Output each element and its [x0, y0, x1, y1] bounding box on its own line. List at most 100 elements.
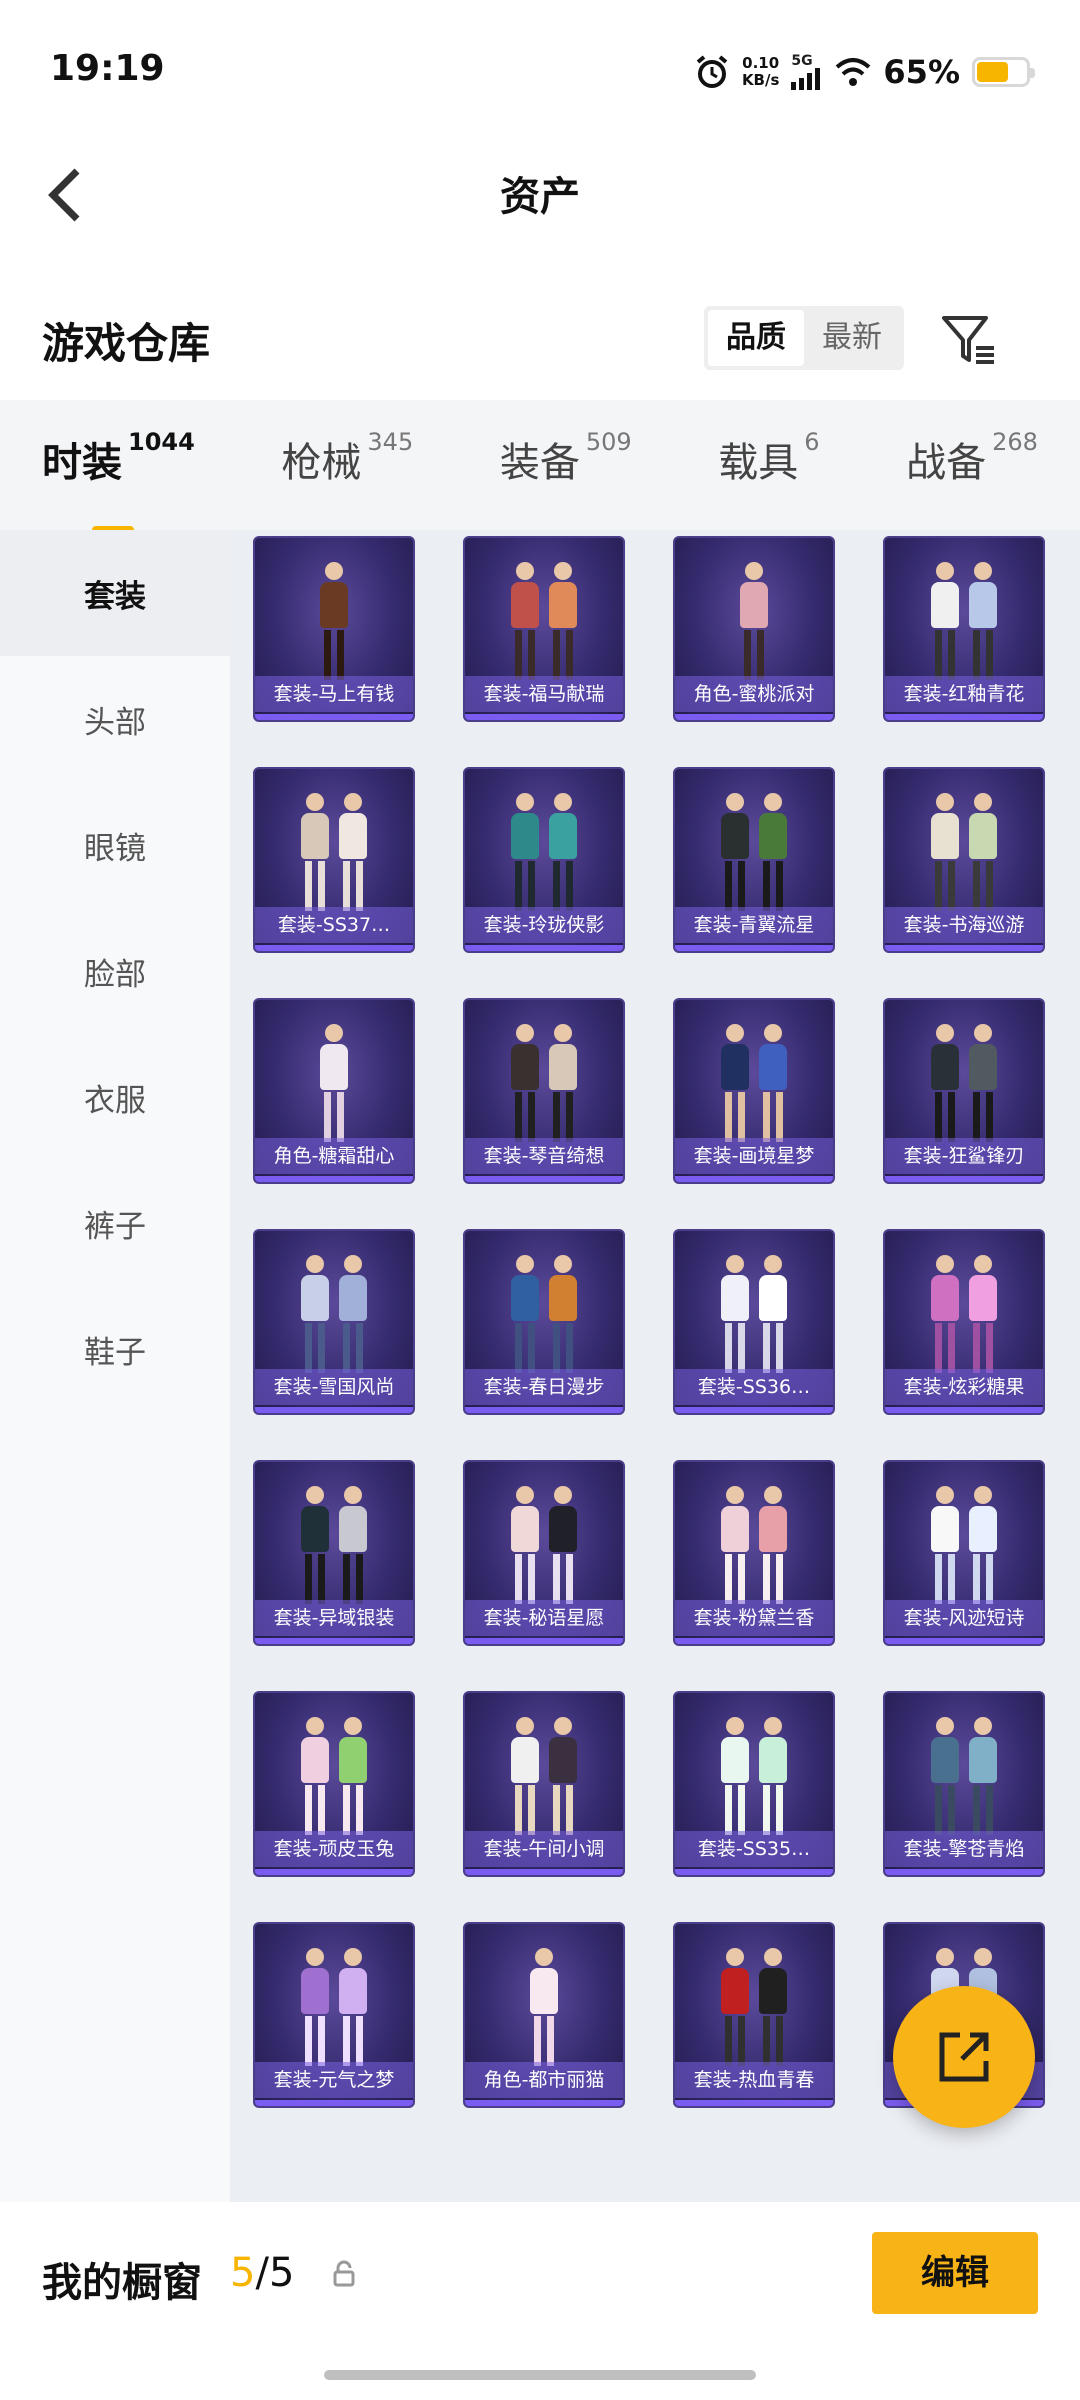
wifi-icon — [836, 58, 871, 86]
top-nav: 资产 — [0, 140, 1080, 250]
item-card[interactable]: 套装-擎苍青焰 — [883, 1691, 1045, 1877]
outfit-thumbnail — [675, 1476, 833, 1604]
outfit-thumbnail — [675, 783, 833, 911]
item-card[interactable]: 套装-SS36… — [673, 1229, 835, 1415]
outfit-thumbnail — [465, 783, 623, 911]
outfit-thumbnail — [255, 1707, 413, 1835]
filter-icon — [942, 316, 994, 364]
outfit-thumbnail — [885, 1476, 1043, 1604]
side-item-face[interactable]: 脸部 — [0, 908, 230, 1034]
item-card[interactable]: 角色-都市丽猫 — [463, 1922, 625, 2108]
outfit-thumbnail — [885, 1245, 1043, 1373]
item-card[interactable]: 套装-炫彩糖果 — [883, 1229, 1045, 1415]
share-fab-button[interactable] — [893, 1986, 1035, 2128]
item-label: 套装-琴音绮想 — [465, 1138, 623, 1174]
outfit-thumbnail — [675, 1707, 833, 1835]
outfit-thumbnail — [675, 1245, 833, 1373]
item-card[interactable]: 套装-青翼流星 — [673, 767, 835, 953]
item-card[interactable]: 套装-粉黛兰香 — [673, 1460, 835, 1646]
item-label: 套装-粉黛兰香 — [675, 1600, 833, 1636]
showcase-label: 我的橱窗 — [42, 2260, 202, 2306]
item-card[interactable]: 套装-午间小调 — [463, 1691, 625, 1877]
alarm-icon — [696, 55, 728, 88]
item-card[interactable]: 套装-福马献瑞 — [463, 536, 625, 722]
signal-icon: 5G — [791, 54, 823, 90]
status-icons: 0.10 KB/s 5G 65% — [694, 50, 1035, 94]
item-label: 套装-秘语星愿 — [465, 1600, 623, 1636]
item-label: 角色-糖霜甜心 — [255, 1138, 413, 1174]
item-card[interactable]: 套装-SS35… — [673, 1691, 835, 1877]
side-item-glasses[interactable]: 眼镜 — [0, 782, 230, 908]
item-card[interactable]: 套装-书海巡游 — [883, 767, 1045, 953]
item-label: 套装-狂鲨锋刃 — [885, 1138, 1043, 1174]
sort-newest-button[interactable]: 最新 — [804, 310, 900, 366]
lock-icon — [333, 2260, 355, 2287]
item-card[interactable]: 套装-红釉青花 — [883, 536, 1045, 722]
tab-guns[interactable]: 枪械 345 — [269, 428, 425, 500]
item-card[interactable]: 套装-玲珑侠影 — [463, 767, 625, 953]
outfit-thumbnail — [885, 1014, 1043, 1142]
outfit-thumbnail — [465, 1707, 623, 1835]
sort-quality-button[interactable]: 品质 — [708, 310, 804, 366]
item-label: 套装-书海巡游 — [885, 907, 1043, 943]
item-card[interactable]: 套装-秘语星愿 — [463, 1460, 625, 1646]
side-item-clothes[interactable]: 衣服 — [0, 1034, 230, 1160]
item-label: 角色-蜜桃派对 — [675, 676, 833, 712]
item-label: 套装-擎苍青焰 — [885, 1831, 1043, 1867]
outfit-thumbnail — [465, 552, 623, 680]
item-label: 角色-都市丽猫 — [465, 2062, 623, 2098]
item-card[interactable]: 套装-琴音绮想 — [463, 998, 625, 1184]
item-card[interactable]: 套装-狂鲨锋刃 — [883, 998, 1045, 1184]
outfit-thumbnail — [255, 552, 413, 680]
outfit-thumbnail — [885, 552, 1043, 680]
item-card[interactable]: 套装-异域银装 — [253, 1460, 415, 1646]
tab-equipment[interactable]: 装备 509 — [488, 428, 644, 500]
outfit-thumbnail — [675, 552, 833, 680]
item-label: 套装-风迹短诗 — [885, 1600, 1043, 1636]
item-card[interactable]: 角色-蜜桃派对 — [673, 536, 835, 722]
warehouse-header: 游戏仓库 品质 最新 — [0, 290, 1080, 390]
tab-vehicles[interactable]: 载具 6 — [706, 428, 831, 500]
bottom-bar: 我的橱窗 5/5 编辑 — [0, 2202, 1080, 2400]
item-label: 套装-元气之梦 — [255, 2062, 413, 2098]
item-label: 套装-炫彩糖果 — [885, 1369, 1043, 1405]
status-time: 19:19 — [50, 48, 165, 89]
item-label: 套装-红釉青花 — [885, 676, 1043, 712]
tab-fashion[interactable]: 时装 1044 — [30, 428, 207, 534]
item-card[interactable]: 套装-热血青春 — [673, 1922, 835, 2108]
showcase-count: 5/5 — [230, 2250, 295, 2296]
sort-toggle: 品质 最新 — [704, 306, 904, 370]
outfit-thumbnail — [675, 1938, 833, 2066]
item-label: 套装-热血青春 — [675, 2062, 833, 2098]
outfit-thumbnail — [255, 1476, 413, 1604]
item-label: 套装-SS36… — [675, 1369, 833, 1405]
outfit-thumbnail — [885, 1707, 1043, 1835]
side-item-suits[interactable]: 套装 — [0, 530, 230, 656]
side-item-head[interactable]: 头部 — [0, 656, 230, 782]
item-label: 套装-青翼流星 — [675, 907, 833, 943]
section-title: 游戏仓库 — [42, 319, 211, 368]
side-item-shoes[interactable]: 鞋子 — [0, 1286, 230, 1412]
item-card[interactable]: 套装-春日漫步 — [463, 1229, 625, 1415]
edit-button[interactable]: 编辑 — [872, 2232, 1038, 2314]
battery-icon — [972, 57, 1035, 87]
item-card[interactable]: 套装-马上有钱 — [253, 536, 415, 722]
external-link-icon — [939, 2032, 989, 2082]
item-card[interactable]: 角色-糖霜甜心 — [253, 998, 415, 1184]
status-bar: 19:19 0.10 KB/s 5G 65% — [0, 0, 1080, 140]
side-item-pants[interactable]: 裤子 — [0, 1160, 230, 1286]
home-indicator[interactable] — [324, 2370, 756, 2380]
item-card[interactable]: 套装-雪国风尚 — [253, 1229, 415, 1415]
outfit-thumbnail — [465, 1014, 623, 1142]
item-card[interactable]: 套装-风迹短诗 — [883, 1460, 1045, 1646]
item-card[interactable]: 套装-顽皮玉兔 — [253, 1691, 415, 1877]
item-card[interactable]: 套装-画境星梦 — [673, 998, 835, 1184]
tab-supplies[interactable]: 战备 268 — [894, 428, 1050, 500]
item-card[interactable]: 套装-SS37… — [253, 767, 415, 953]
item-card[interactable]: 套装-元气之梦 — [253, 1922, 415, 2108]
outfit-thumbnail — [885, 783, 1043, 911]
outfit-thumbnail — [465, 1476, 623, 1604]
outfit-thumbnail — [255, 1245, 413, 1373]
item-label: 套装-雪国风尚 — [255, 1369, 413, 1405]
filter-button[interactable] — [938, 308, 1000, 370]
